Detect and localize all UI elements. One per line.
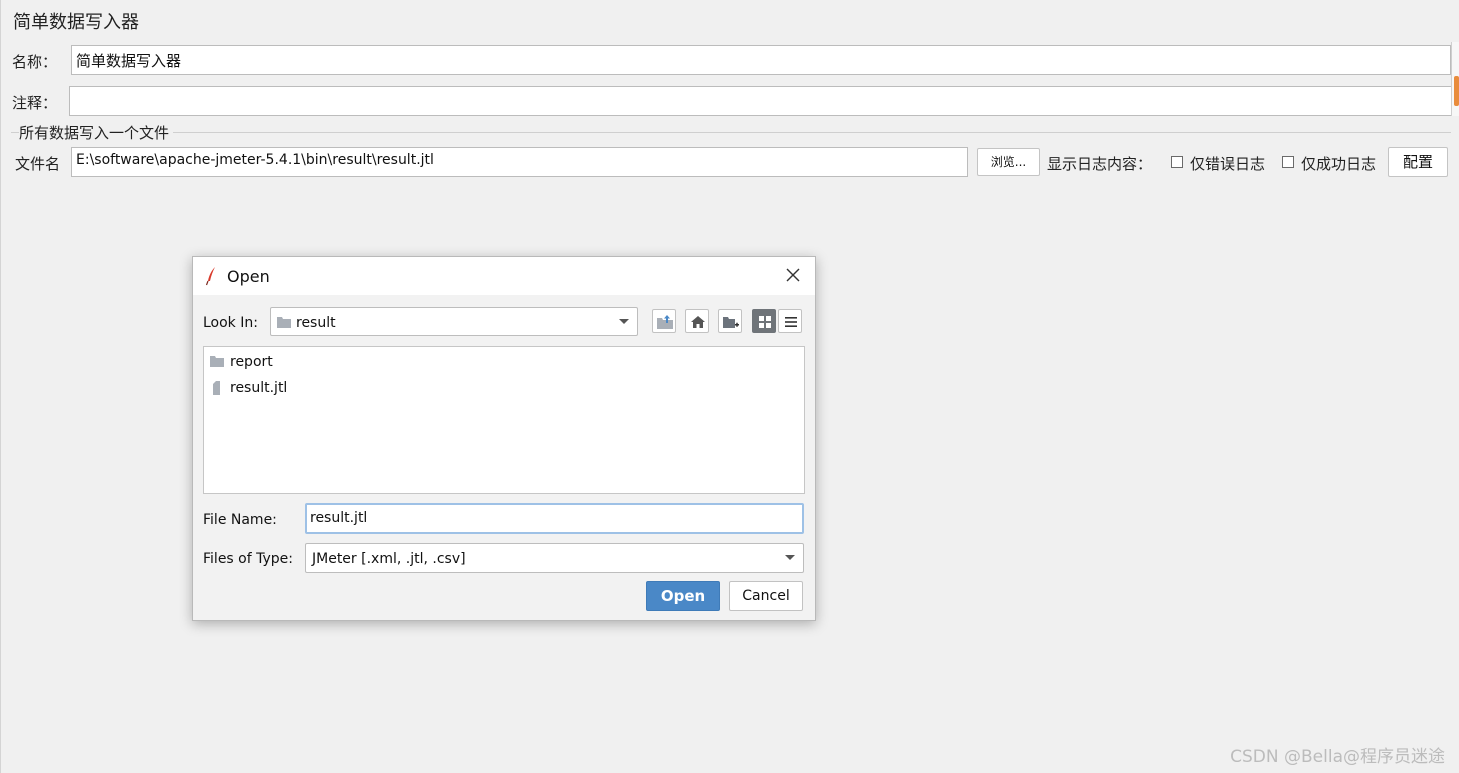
configure-button[interactable]: 配置	[1388, 147, 1448, 177]
dialog-titlebar[interactable]: Open	[193, 257, 815, 295]
file-name-label: File Name:	[203, 512, 277, 528]
feather-icon	[205, 267, 215, 286]
file-list-item[interactable]: report	[210, 352, 330, 374]
details-view-button[interactable]	[778, 309, 802, 333]
open-file-dialog: Open Look In: result report result.jtl F…	[192, 256, 816, 621]
chevron-down-icon	[785, 555, 795, 560]
close-icon[interactable]	[783, 265, 803, 285]
group-divider	[11, 132, 1451, 133]
home-button[interactable]	[685, 309, 709, 333]
cancel-button[interactable]: Cancel	[729, 581, 803, 611]
file-name: report	[230, 354, 273, 370]
panel-title: 简单数据写入器	[13, 12, 139, 33]
browse-button[interactable]: 浏览...	[977, 148, 1040, 176]
log-display-label: 显示日志内容：	[1047, 155, 1153, 173]
comment-field[interactable]	[69, 86, 1453, 116]
comment-label: 注释：	[12, 94, 58, 112]
file-type-value: JMeter [.xml, .jtl, .csv]	[312, 551, 466, 567]
new-folder-button[interactable]	[718, 309, 742, 333]
file-icon	[213, 381, 220, 395]
errors-only-checkbox[interactable]	[1171, 156, 1183, 168]
file-label: 文件名	[15, 155, 61, 173]
success-only-checkbox[interactable]	[1282, 156, 1294, 168]
errors-only-label: 仅错误日志	[1190, 155, 1266, 173]
home-icon	[691, 316, 705, 328]
file-name-input[interactable]: result.jtl	[305, 503, 804, 534]
up-folder-icon	[657, 315, 673, 329]
group-title: 所有数据写入一个文件	[19, 122, 174, 143]
chevron-down-icon	[619, 319, 629, 324]
name-field[interactable]: 简单数据写入器	[71, 45, 1451, 75]
folder-icon	[210, 356, 224, 367]
folder-icon	[277, 317, 291, 328]
list-view-icon	[759, 316, 771, 328]
name-label: 名称：	[12, 53, 58, 71]
details-view-icon	[785, 317, 797, 327]
list-view-button[interactable]	[752, 309, 776, 333]
success-only-label: 仅成功日志	[1301, 155, 1377, 173]
new-folder-icon	[723, 317, 739, 328]
file-list-item[interactable]: result.jtl	[210, 378, 330, 400]
scrollbar-thumb[interactable]	[1454, 76, 1459, 106]
file-name: result.jtl	[230, 380, 288, 396]
file-path-field[interactable]: E:\software\apache-jmeter-5.4.1\bin\resu…	[71, 147, 968, 177]
look-in-combo[interactable]: result	[270, 307, 638, 336]
file-list[interactable]: report result.jtl	[203, 346, 805, 494]
open-button[interactable]: Open	[646, 581, 720, 611]
watermark: CSDN @Bella@程序员迷途	[1230, 747, 1445, 767]
simple-data-writer-panel: 简单数据写入器 名称： 简单数据写入器 注释： 所有数据写入一个文件 文件名 E…	[0, 0, 1459, 773]
file-type-label: Files of Type:	[203, 551, 293, 567]
dialog-title: Open	[227, 267, 270, 286]
file-type-combo[interactable]: JMeter [.xml, .jtl, .csv]	[305, 543, 804, 573]
up-folder-button[interactable]	[652, 309, 676, 333]
look-in-label: Look In:	[203, 315, 258, 331]
look-in-value: result	[296, 315, 336, 331]
